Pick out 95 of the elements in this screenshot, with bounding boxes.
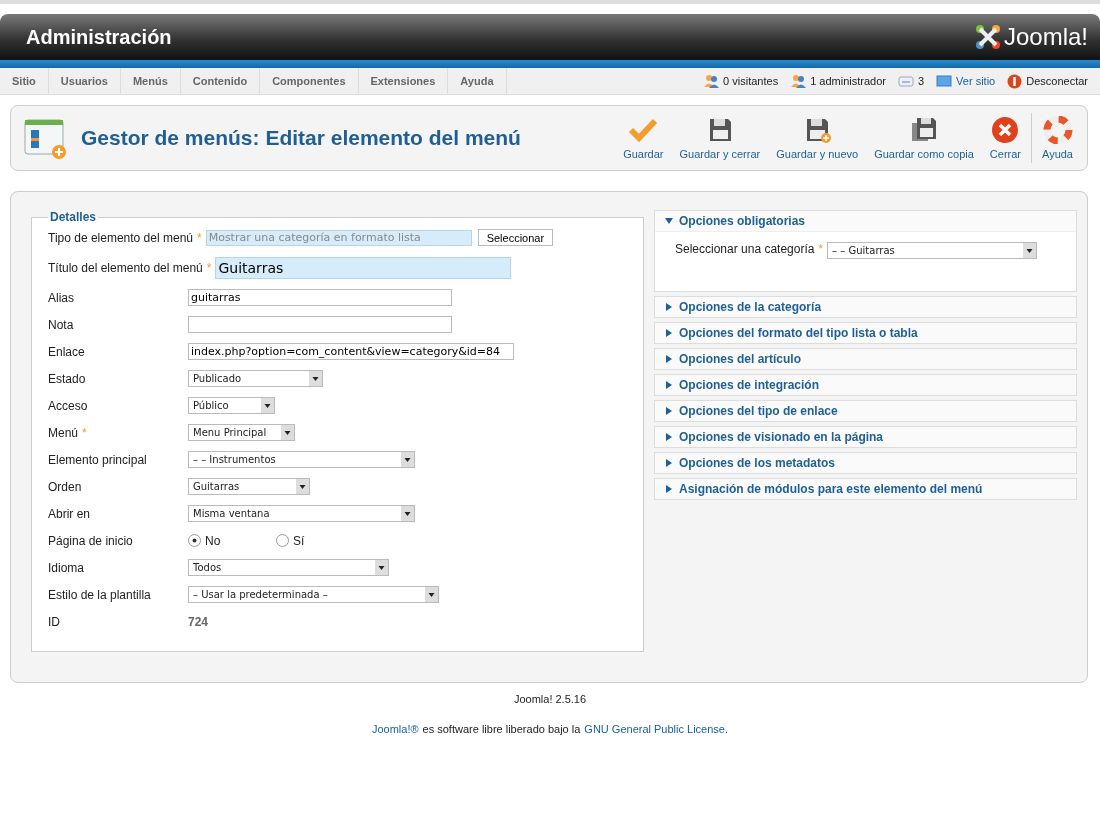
menu-item[interactable]: Contenido bbox=[180, 68, 261, 94]
dropdown[interactable]: Menu Principal bbox=[188, 424, 295, 441]
field-label: Abrir en bbox=[48, 506, 91, 521]
panel-header[interactable]: Asignación de módulos para este elemento del menú bbox=[655, 479, 1076, 499]
status-text: 1 administrador bbox=[810, 75, 886, 87]
caret-icon bbox=[665, 381, 673, 389]
title-input[interactable]: Guitarras bbox=[215, 256, 512, 279]
checkmark-icon bbox=[628, 116, 659, 144]
menu-item[interactable]: Usuarios bbox=[48, 68, 121, 94]
toolbar-button[interactable]: Guardar bbox=[615, 116, 672, 160]
version-text: Joomla! 2.5.16 bbox=[513, 693, 587, 705]
field-label: Menú bbox=[48, 425, 79, 440]
field-label: Acceso bbox=[48, 398, 88, 413]
toolbar-button[interactable]: Ayuda bbox=[1034, 116, 1081, 160]
panel-header[interactable]: Opciones de la categoría bbox=[655, 297, 1076, 317]
text-input[interactable]: index.php?option=com_content&view=category&id=84 bbox=[188, 343, 514, 360]
logout-icon bbox=[1007, 73, 1023, 89]
field-label: Idioma bbox=[48, 560, 85, 575]
field-label: Tipo de elemento del menú bbox=[48, 230, 193, 245]
text-input[interactable] bbox=[188, 316, 452, 333]
field-label: ID bbox=[48, 614, 60, 629]
dropdown[interactable]: – – Instrumentos bbox=[188, 451, 415, 468]
caret-icon bbox=[665, 355, 673, 363]
toolbar-button[interactable]: Cerrar bbox=[981, 116, 1029, 160]
field-label: Página de inicio bbox=[48, 533, 133, 548]
caret-icon bbox=[665, 217, 673, 225]
required-marker: * bbox=[818, 242, 824, 256]
logo-icon bbox=[973, 23, 1002, 51]
radio-button[interactable] bbox=[276, 534, 289, 547]
toolbar-button[interactable]: Guardar como copia bbox=[866, 116, 982, 160]
field-label: Elemento principal bbox=[48, 452, 147, 467]
details-legend: Detalles bbox=[48, 210, 99, 224]
category-dropdown[interactable]: – – Guitarras bbox=[827, 242, 1038, 259]
menu-manager-icon bbox=[23, 116, 67, 160]
admin-title: Administración bbox=[26, 25, 172, 49]
text-input[interactable]: guitarras bbox=[188, 289, 452, 306]
panel-header[interactable]: Opciones del tipo de enlace bbox=[655, 401, 1076, 421]
required-marker: * bbox=[82, 425, 87, 440]
dropdown[interactable]: – Usar la predeterminada – bbox=[188, 586, 439, 603]
caret-icon bbox=[665, 407, 673, 415]
menu-item[interactable]: Menús bbox=[120, 68, 181, 94]
required-marker: * bbox=[206, 260, 212, 275]
required-marker: * bbox=[197, 230, 202, 245]
field-label: Enlace bbox=[48, 344, 85, 359]
status-text: Desconectar bbox=[1026, 75, 1088, 87]
license-link[interactable]: GNU General Public License. bbox=[584, 723, 729, 735]
caret-icon bbox=[665, 485, 673, 493]
panel-header[interactable]: Opciones del formato del tipo lista o tabla bbox=[655, 323, 1076, 343]
floppy-copies-icon bbox=[909, 116, 939, 144]
users-icon bbox=[790, 74, 807, 88]
toolbar-button[interactable]: Guardar y nuevo bbox=[768, 116, 867, 160]
field-label: Orden bbox=[48, 479, 82, 494]
field-label: Alias bbox=[48, 290, 74, 305]
joomla-link[interactable]: Joomla!® bbox=[371, 723, 419, 735]
monitor-icon bbox=[936, 75, 953, 87]
users-icon bbox=[703, 74, 720, 88]
menu-item[interactable]: Componentes bbox=[260, 68, 359, 94]
field-label: Nota bbox=[48, 317, 74, 332]
radio-label: Sí bbox=[293, 533, 305, 548]
license-text: es software libre liberado bajo la bbox=[422, 723, 581, 735]
radio-button[interactable] bbox=[188, 534, 201, 547]
panel-header[interactable]: Opciones obligatorias bbox=[655, 211, 1076, 231]
field-label: Estilo de la plantilla bbox=[48, 587, 151, 602]
logo-text: Joomla! bbox=[1003, 23, 1088, 51]
dropdown[interactable]: Todos bbox=[188, 559, 389, 576]
menu-type-field[interactable]: Mostrar una categoría en formato lista bbox=[205, 229, 472, 246]
toolbar-button[interactable]: Guardar y cerrar bbox=[671, 116, 769, 160]
radio-label: No bbox=[205, 533, 221, 548]
view-site-link[interactable]: Ver sitio bbox=[956, 75, 996, 87]
dropdown[interactable]: Publicado bbox=[188, 370, 323, 387]
dropdown[interactable]: Guitarras bbox=[188, 478, 310, 495]
caret-icon bbox=[665, 459, 673, 467]
close-icon bbox=[990, 116, 1021, 144]
panel-header[interactable]: Opciones de los metadatos bbox=[655, 453, 1076, 473]
select-button[interactable]: Seleccionar bbox=[477, 229, 554, 246]
menu-item[interactable]: Ayuda bbox=[448, 68, 507, 94]
panel-header[interactable]: Opciones de visionado en la página bbox=[655, 427, 1076, 447]
page-title: Gestor de menús: Editar elemento del menú bbox=[81, 126, 522, 150]
field-label: Título del elemento del menú bbox=[48, 260, 203, 275]
lifebuoy-icon bbox=[1042, 116, 1073, 144]
message-icon bbox=[897, 75, 914, 87]
menu-item[interactable]: Sitio bbox=[0, 68, 49, 94]
dropdown[interactable]: Misma ventana bbox=[188, 505, 415, 522]
panel-header[interactable]: Opciones de integración bbox=[655, 375, 1076, 395]
field-label: Seleccionar una categoría bbox=[675, 242, 815, 256]
menu-item[interactable]: Extensiones bbox=[358, 68, 449, 94]
id-value: 724 bbox=[188, 614, 209, 629]
status-text: 3 bbox=[917, 75, 925, 87]
caret-icon bbox=[665, 433, 673, 441]
caret-icon bbox=[665, 303, 673, 311]
caret-icon bbox=[665, 329, 673, 337]
field-label: Estado bbox=[48, 371, 86, 386]
status-text: 0 visitantes bbox=[723, 75, 779, 87]
panel-header[interactable]: Opciones del artículo bbox=[655, 349, 1076, 369]
dropdown[interactable]: Público bbox=[188, 397, 275, 414]
